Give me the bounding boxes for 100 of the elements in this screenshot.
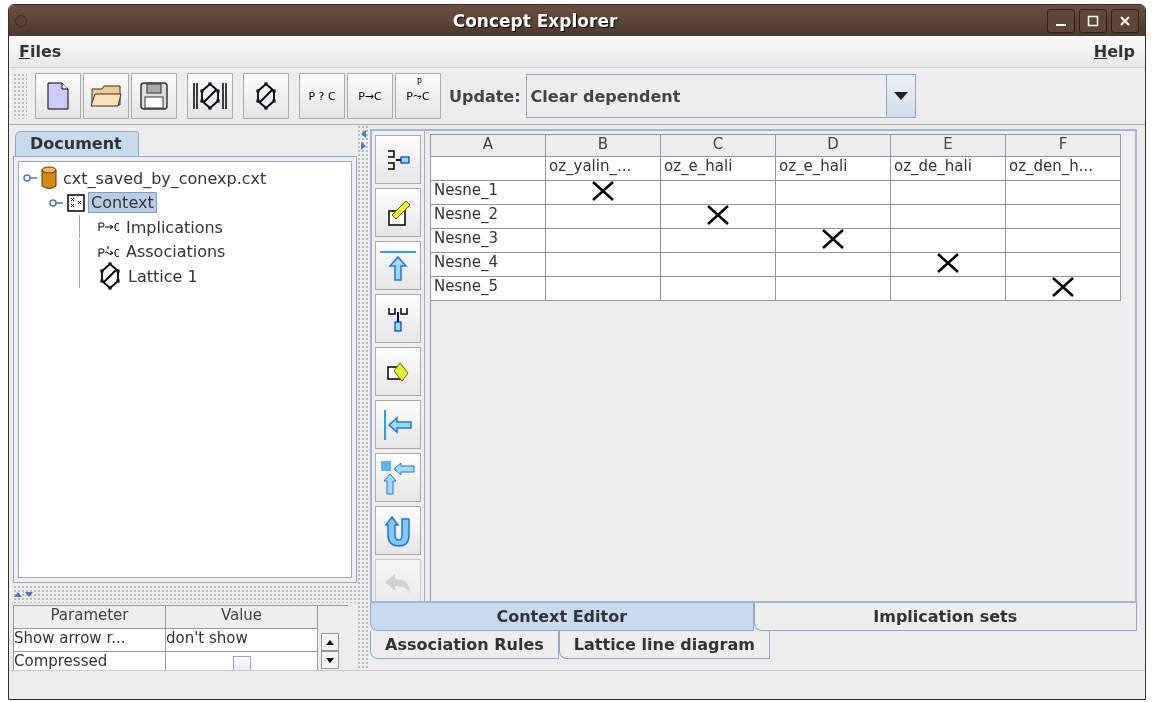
tool-button[interactable] — [375, 135, 421, 184]
tree-item[interactable]: Context — [89, 193, 156, 213]
table-cell[interactable] — [891, 205, 1006, 229]
split-arrows-icon[interactable] — [359, 129, 366, 151]
table-cell[interactable] — [1006, 253, 1121, 277]
object-cell[interactable]: Nesne_2 — [431, 205, 546, 229]
toolbar-grip[interactable] — [13, 73, 27, 119]
implication-icon — [98, 222, 120, 233]
update-label: Update: — [449, 86, 521, 106]
table-cell[interactable] — [891, 181, 1006, 205]
expand-handle-icon[interactable] — [23, 172, 37, 185]
checkbox[interactable] — [232, 656, 251, 670]
table-cell[interactable] — [546, 229, 661, 253]
attribute-cell[interactable]: oz_e_hali — [661, 157, 776, 181]
maximize-icon — [1087, 14, 1099, 27]
table-cell[interactable] — [1006, 205, 1121, 229]
folder-icon — [90, 85, 122, 107]
cross-icon — [936, 253, 960, 273]
tree-item[interactable]: Implications — [124, 217, 225, 237]
collapse-arrows-icon[interactable] — [13, 590, 35, 599]
minimize-button[interactable] — [1047, 8, 1075, 33]
tool-button[interactable] — [375, 294, 421, 343]
hexagon-icon — [254, 81, 278, 111]
scroll-down-button[interactable] — [321, 651, 339, 670]
table-cell: Compressed — [14, 652, 166, 670]
menu-item[interactable]: Files — [15, 42, 66, 61]
close-icon — [1119, 14, 1131, 27]
table-cell[interactable] — [1006, 229, 1121, 253]
column-header: D — [776, 135, 891, 157]
window-title: Concept Explorer — [451, 10, 619, 31]
lattice-button[interactable] — [243, 73, 289, 119]
document-icon — [47, 82, 69, 110]
window-menu-icon[interactable] — [15, 14, 27, 27]
corner-arrows-icon — [380, 459, 416, 496]
view-tab[interactable]: Implication sets — [753, 603, 1137, 631]
expand-handle-icon[interactable] — [49, 196, 63, 209]
tool-button[interactable] — [375, 347, 421, 396]
table-cell[interactable] — [891, 253, 1006, 277]
object-cell[interactable]: Nesne_1 — [431, 181, 546, 205]
close-button[interactable] — [1111, 8, 1139, 33]
table-cell[interactable] — [776, 277, 891, 301]
open-button[interactable] — [83, 73, 129, 119]
column-header: Value — [166, 606, 318, 630]
table-cell[interactable] — [546, 253, 661, 277]
menu-item[interactable]: Help — [1089, 42, 1139, 61]
scroll-up-button[interactable] — [321, 633, 339, 652]
object-cell[interactable]: Nesne_3 — [431, 229, 546, 253]
table-cell[interactable] — [661, 205, 776, 229]
arrow-up-icon — [379, 249, 417, 282]
attribute-cell[interactable]: oz_yalin_... — [546, 157, 661, 181]
rule-button[interactable]: P ? C — [299, 73, 345, 119]
tool-button[interactable] — [375, 188, 421, 237]
table-cell[interactable] — [891, 277, 1006, 301]
tree-item[interactable]: cxt_saved_by_conexp.cxt — [61, 168, 269, 188]
column-header: F — [1006, 135, 1121, 157]
save-button[interactable] — [131, 73, 177, 119]
view-tab[interactable]: Context Editor — [370, 603, 754, 631]
association-icon — [98, 245, 120, 258]
table-cell[interactable] — [1006, 181, 1121, 205]
new-button[interactable] — [35, 73, 81, 119]
table-cell: Show arrow r... — [14, 629, 166, 653]
table-cell[interactable] — [776, 253, 891, 277]
table-cell[interactable] — [661, 253, 776, 277]
attribute-cell[interactable]: oz_den_h... — [1006, 157, 1121, 181]
minimize-icon — [1056, 23, 1066, 26]
table-cell[interactable] — [776, 181, 891, 205]
attribute-cell[interactable]: oz_e_hali — [776, 157, 891, 181]
object-cell[interactable]: Nesne_4 — [431, 253, 546, 277]
document-tab[interactable]: Document — [15, 131, 139, 156]
cross-icon — [1051, 277, 1075, 297]
cross-icon — [591, 181, 615, 201]
tree-item[interactable]: Lattice 1 — [126, 266, 200, 286]
update-dropdown[interactable]: Clear dependent — [525, 74, 916, 118]
u-turn-arrow-icon — [383, 514, 413, 547]
table-cell[interactable] — [661, 277, 776, 301]
insert-column-icon — [386, 148, 410, 171]
maximize-button[interactable] — [1079, 8, 1107, 33]
hexagon-icon — [98, 261, 122, 292]
table-cell[interactable] — [661, 181, 776, 205]
view-tab[interactable]: Lattice line diagram — [558, 631, 770, 659]
table-cell[interactable] — [661, 229, 776, 253]
rule-button[interactable]: P P⤳C — [395, 73, 441, 119]
table-cell[interactable] — [891, 229, 1006, 253]
tree-item[interactable]: Associations — [124, 242, 228, 262]
table-cell[interactable] — [776, 229, 891, 253]
table-cell[interactable] — [776, 205, 891, 229]
table-cell[interactable] — [546, 205, 661, 229]
lattice-button[interactable] — [187, 73, 233, 119]
attribute-cell[interactable]: oz_de_hali — [891, 157, 1006, 181]
rule-button[interactable]: P→C — [347, 73, 393, 119]
table-cell[interactable] — [1006, 277, 1121, 301]
database-icon — [41, 166, 57, 191]
view-tab[interactable]: Association Rules — [370, 631, 559, 659]
object-cell[interactable]: Nesne_5 — [431, 277, 546, 301]
table-cell[interactable] — [546, 181, 661, 205]
table-cell[interactable] — [546, 277, 661, 301]
context-table-icon — [67, 193, 85, 212]
edit-icon — [386, 198, 410, 227]
column-header: A — [431, 135, 546, 157]
table-cell: don't show — [166, 629, 318, 653]
